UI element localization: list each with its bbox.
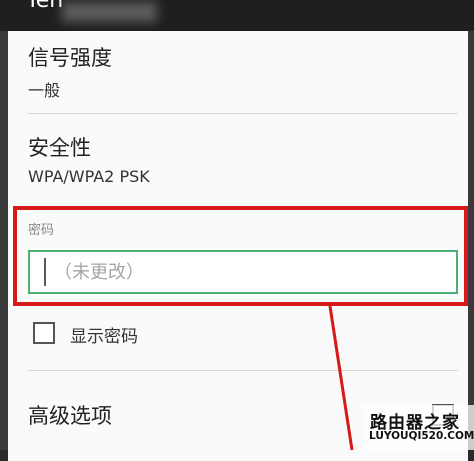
show-password-label[interactable]: 显示密码 xyxy=(70,322,138,347)
annotation-highlight-box xyxy=(13,206,468,306)
show-password-checkbox[interactable] xyxy=(33,322,55,344)
signal-strength-value: 一般 xyxy=(28,81,61,100)
security-label: 安全性 xyxy=(28,136,91,160)
signal-strength-label: 信号强度 xyxy=(28,46,112,70)
divider-2 xyxy=(28,370,458,371)
network-name: Ten xyxy=(26,0,64,13)
top-bar: Ten xyxy=(0,0,474,31)
watermark-logo: 路由器之家 LUYOUQI520.COM xyxy=(364,405,474,450)
redacted-network-name xyxy=(62,2,157,22)
left-edge xyxy=(0,31,8,450)
advanced-options-label[interactable]: 高级选项 xyxy=(28,400,112,430)
security-value: WPA/WPA2 PSK xyxy=(28,167,150,186)
watermark-url: LUYOUQI520.COM xyxy=(369,430,474,442)
divider-1 xyxy=(28,113,458,114)
right-edge xyxy=(468,31,474,450)
